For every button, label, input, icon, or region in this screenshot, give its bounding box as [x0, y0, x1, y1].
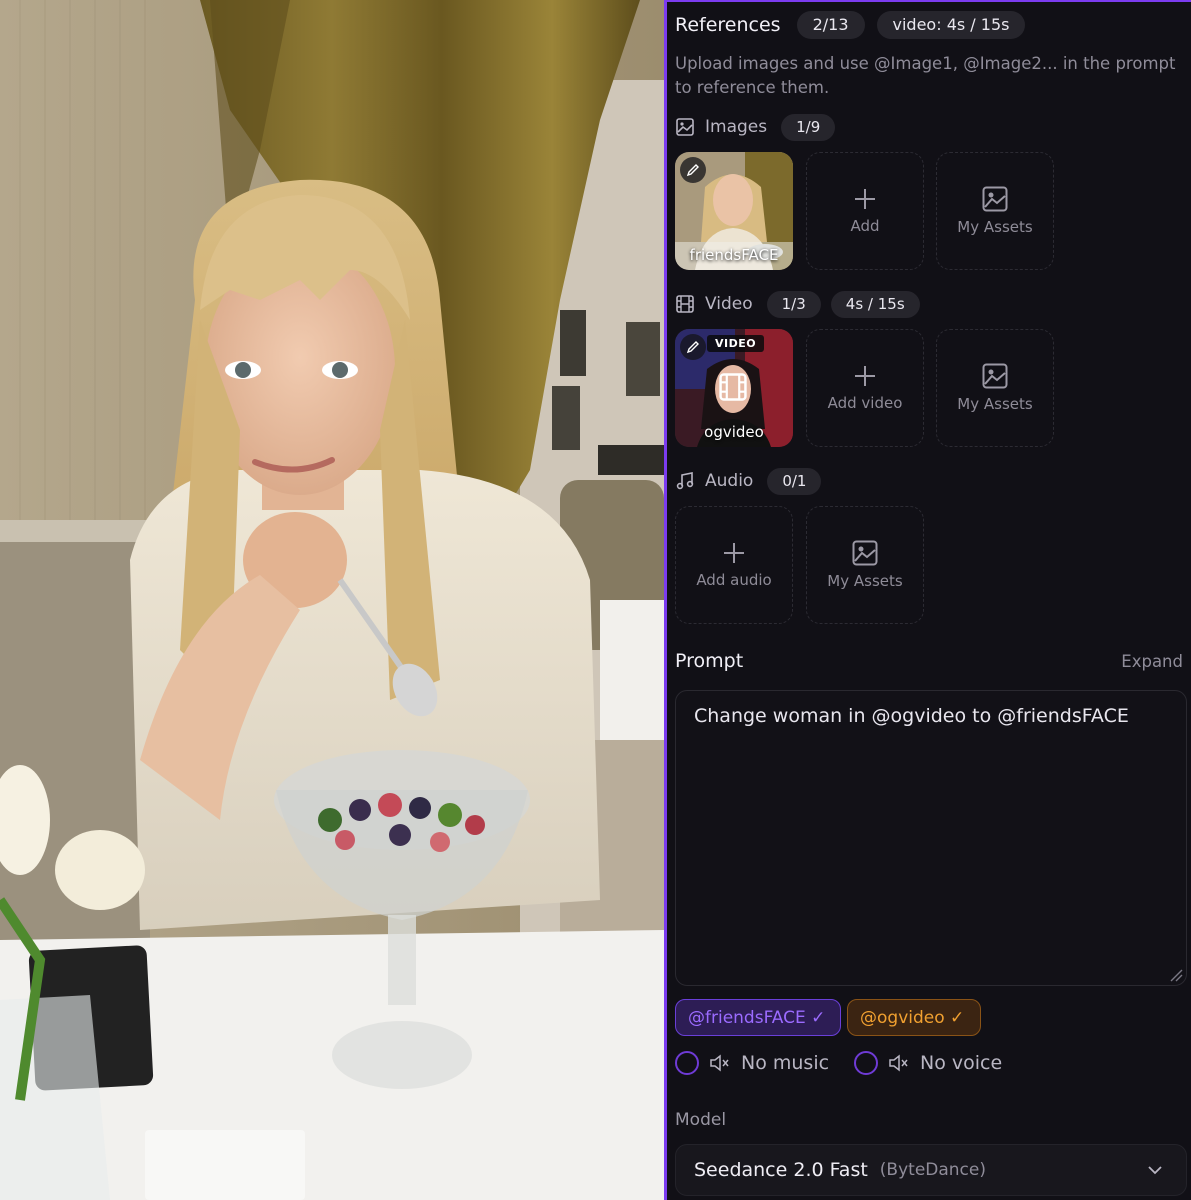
video-thumbnail-ogvideo[interactable]: VIDEO ogvideo	[675, 329, 793, 447]
video-section-header: Video 1/3 4s / 15s	[675, 290, 920, 318]
model-vendor: (ByteDance)	[879, 1160, 986, 1180]
image-icon	[852, 540, 878, 566]
images-count-badge: 1/9	[781, 113, 836, 141]
model-name: Seedance 2.0 Fast	[694, 1159, 868, 1181]
references-description: Upload images and use @Image1, @Image2..…	[675, 54, 1176, 97]
model-label: Model	[675, 1110, 727, 1130]
add-video-button[interactable]: Add video	[806, 329, 924, 447]
edit-pencil-icon[interactable]	[680, 334, 706, 360]
no-music-radio[interactable]	[675, 1051, 699, 1075]
mute-icon	[889, 1054, 908, 1072]
no-voice-radio[interactable]	[854, 1051, 878, 1075]
prompt-text: Change woman in @ogvideo to @friendsFACE	[694, 705, 1129, 727]
mention-chip-ogvideo[interactable]: @ogvideo ✓	[847, 999, 981, 1036]
audio-count-badge: 0/1	[767, 467, 822, 495]
image-icon	[982, 363, 1008, 389]
video-badge: VIDEO	[707, 335, 765, 352]
add-video-label: Add video	[827, 394, 903, 412]
images-label: Images	[705, 117, 768, 137]
image-icon	[675, 117, 695, 137]
audio-section-header: Audio 0/1	[675, 467, 822, 495]
audio-label: Audio	[705, 471, 754, 491]
mention-chip-friendsface[interactable]: @friendsFACE ✓	[675, 999, 841, 1036]
audio-my-assets-button[interactable]: My Assets	[806, 506, 924, 624]
add-audio-button[interactable]: Add audio	[675, 506, 793, 624]
image-name: friendsFACE	[689, 246, 779, 264]
resize-handle-icon[interactable]	[1169, 968, 1183, 982]
video-duration-badge: 4s / 15s	[830, 290, 920, 318]
references-header: References 2/13 video: 4s / 15s	[675, 11, 1026, 39]
images-my-assets-label: My Assets	[957, 218, 1033, 236]
image-icon	[982, 186, 1008, 212]
references-count-badge: 2/13	[796, 11, 865, 39]
video-label: Video	[705, 294, 753, 314]
film-icon	[719, 373, 747, 401]
image-thumbnail-friendsface[interactable]: friendsFACE	[675, 152, 793, 270]
mute-icon	[710, 1054, 729, 1072]
film-icon	[675, 294, 695, 314]
add-image-label: Add	[850, 217, 880, 235]
no-music-option[interactable]: No music	[675, 1048, 829, 1078]
video-count-badge: 1/3	[766, 290, 821, 318]
video-limit-badge: video: 4s / 15s	[876, 11, 1026, 39]
model-select[interactable]: Seedance 2.0 Fast (ByteDance)	[675, 1144, 1187, 1196]
video-my-assets-label: My Assets	[957, 395, 1033, 413]
expand-prompt-button[interactable]: Expand	[1121, 652, 1183, 671]
prompt-title: Prompt	[675, 650, 744, 672]
no-voice-option[interactable]: No voice	[854, 1048, 1002, 1078]
images-section-header: Images 1/9	[675, 113, 836, 141]
plus-icon	[724, 543, 744, 563]
music-icon	[675, 471, 695, 491]
references-title: References	[675, 14, 781, 36]
no-voice-label: No voice	[920, 1052, 1003, 1074]
add-image-button[interactable]: Add	[806, 152, 924, 270]
add-audio-label: Add audio	[696, 571, 772, 589]
chevron-down-icon	[1148, 1166, 1162, 1175]
audio-my-assets-label: My Assets	[827, 572, 903, 590]
edit-pencil-icon[interactable]	[680, 157, 706, 183]
reference-photo	[0, 0, 664, 1200]
prompt-textarea[interactable]: Change woman in @ogvideo to @friendsFACE	[675, 690, 1187, 986]
images-my-assets-button[interactable]: My Assets	[936, 152, 1054, 270]
no-music-label: No music	[741, 1052, 830, 1074]
plus-icon	[855, 366, 875, 386]
references-panel: References 2/13 video: 4s / 15s Upload i…	[664, 0, 1191, 1200]
video-name: ogvideo	[704, 423, 764, 441]
plus-icon	[855, 189, 875, 209]
video-my-assets-button[interactable]: My Assets	[936, 329, 1054, 447]
